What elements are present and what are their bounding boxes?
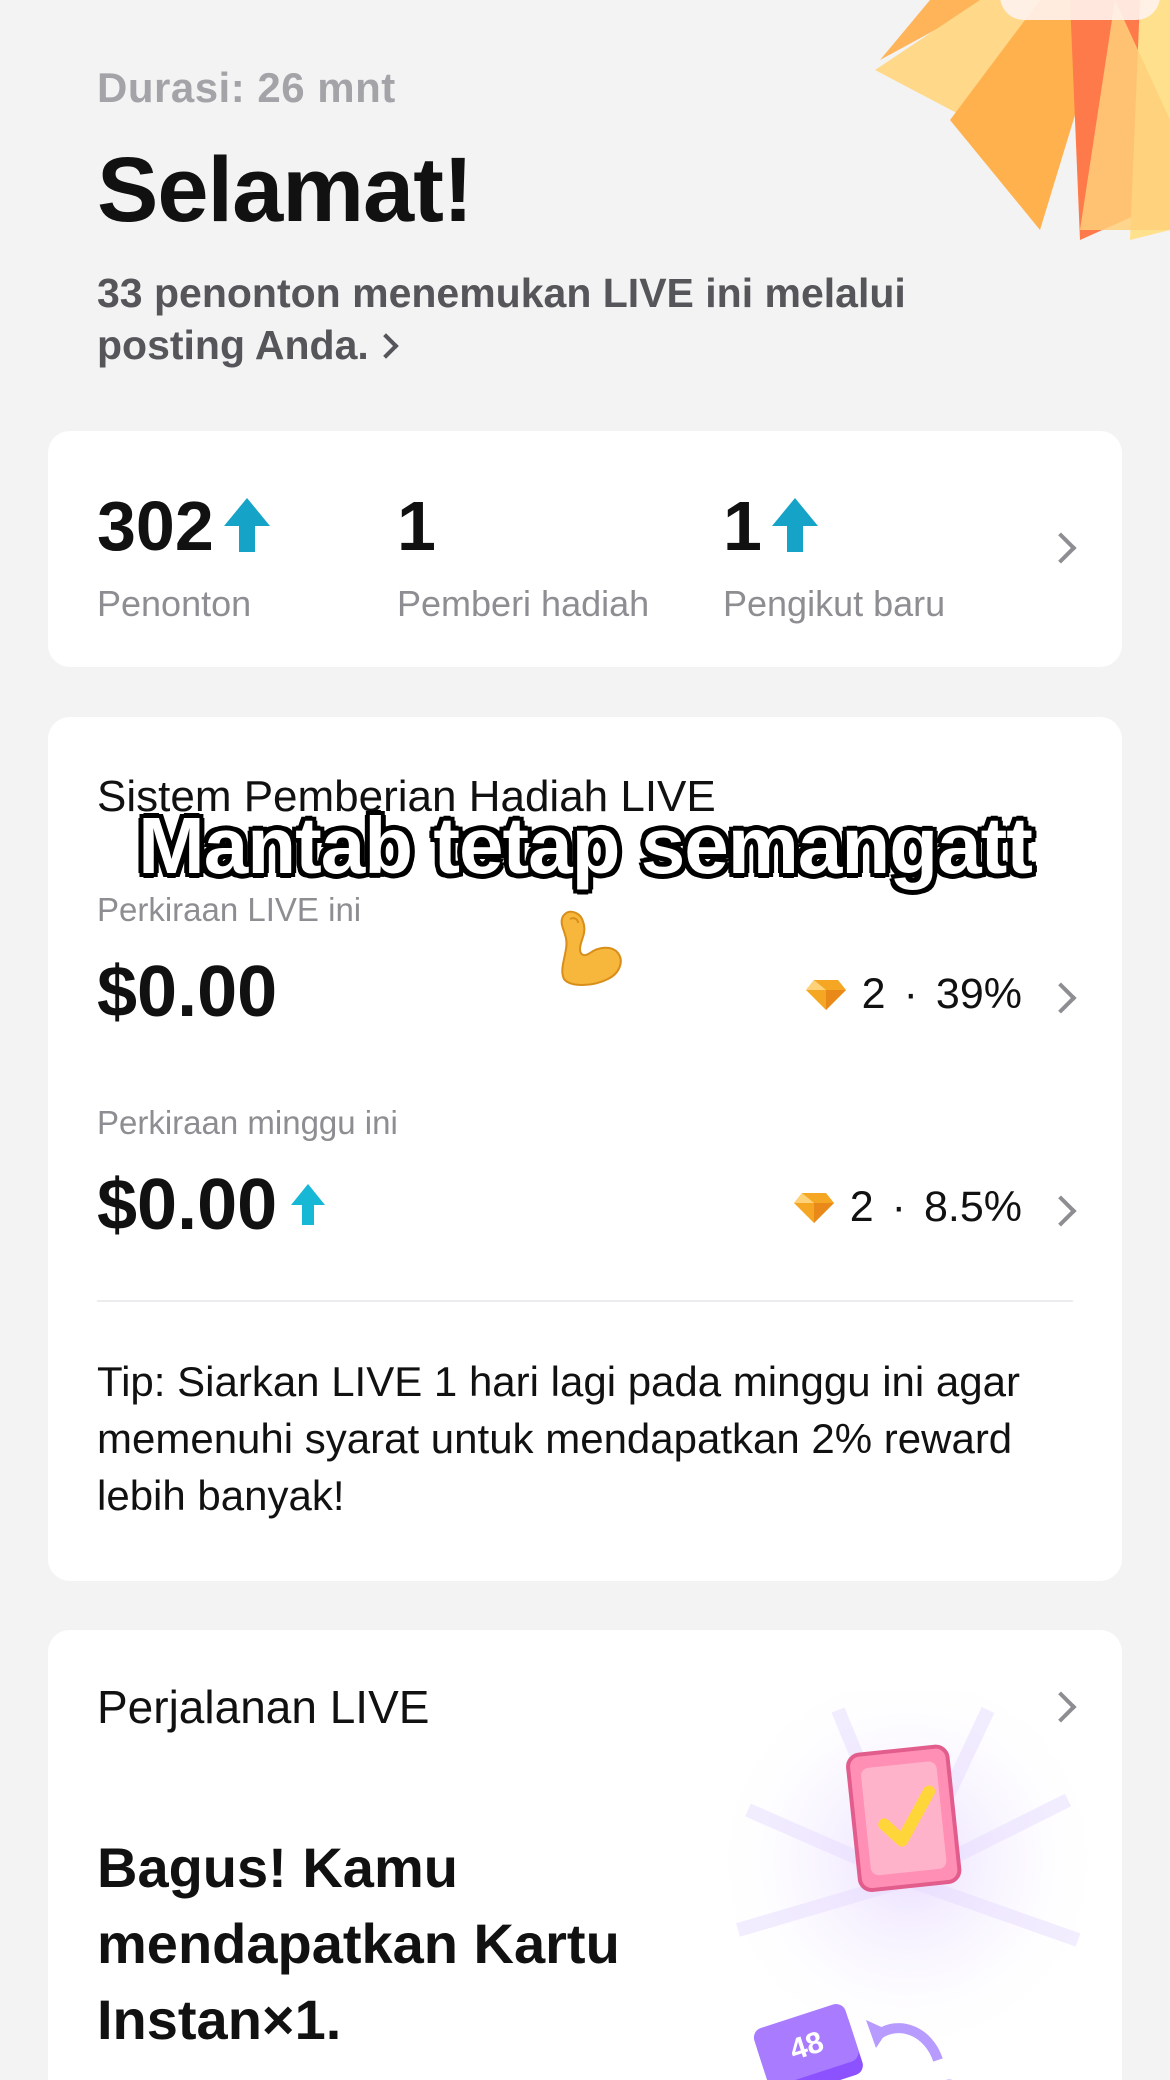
viewer-source-link[interactable]: 33 penonton menemukan LIVE ini melalui p… <box>97 267 1017 371</box>
stat-value: 302 <box>97 487 214 565</box>
separator-dot: · <box>903 970 918 1018</box>
overlay-caption: Mantab tetap semangatt <box>138 801 1033 890</box>
arrow-up-icon <box>223 498 270 554</box>
week-gem-row[interactable]: 2 · 8.5% <box>793 1183 1022 1232</box>
separator-dot: · <box>891 1183 906 1231</box>
week-estimate-label: Perkiraan minggu ini <box>97 1104 398 1141</box>
session-summary-header: Durasi: 26 mnt Selamat! 33 penonton mene… <box>97 64 1057 371</box>
flexed-biceps-icon <box>560 910 622 986</box>
live-estimate-amount: $0.00 <box>97 952 278 1032</box>
page-title: Selamat! <box>97 139 474 241</box>
stats-card[interactable]: 302 Penonton 1 Pemberi hadiah 1 Pengikut… <box>48 431 1122 667</box>
live-estimate-value: $0.00 <box>97 951 277 1033</box>
week-estimate-amount: $0.00 <box>97 1165 278 1245</box>
journey-message: Bagus! Kamu mendapatkan Kartu Instan×1. <box>97 1836 620 2051</box>
week-gem-count: 2 <box>849 1183 874 1231</box>
live-gem-count: 2 <box>861 970 886 1018</box>
divider <box>97 1300 1073 1302</box>
duration-label: Durasi: 26 mnt <box>97 64 396 111</box>
chevron-right-icon[interactable] <box>1045 532 1077 564</box>
instant-card-illustration: 48 47 <box>708 1690 1108 2080</box>
chevron-right-icon <box>373 333 399 359</box>
stat-viewers: 302 Penonton <box>97 487 270 625</box>
live-estimate-label: Perkiraan LIVE ini <box>97 891 362 928</box>
stat-value: 1 <box>397 487 436 565</box>
week-estimate-value: $0.00 <box>97 1164 326 1246</box>
live-gem-row[interactable]: 2 · 39% <box>805 970 1022 1019</box>
chevron-right-icon[interactable] <box>1045 1195 1077 1227</box>
stat-new-followers: 1 Pengikut baru <box>723 487 946 625</box>
journey-title: Perjalanan LIVE <box>97 1681 430 1733</box>
week-percent: 8.5% <box>923 1183 1022 1231</box>
viewer-source-text: 33 penonton menemukan LIVE ini melalui p… <box>97 270 906 368</box>
stat-label: Pengikut baru <box>723 583 946 624</box>
diamond-icon <box>805 979 846 1010</box>
live-percent: 39% <box>935 970 1022 1018</box>
tip-text: Tip: Siarkan LIVE 1 hari lagi pada mingg… <box>97 1358 1020 1519</box>
stat-label: Penonton <box>97 583 252 624</box>
arrow-up-icon <box>771 498 818 554</box>
stat-value: 1 <box>723 487 762 565</box>
live-journey-card[interactable]: Perjalanan LIVE Bagus! Kamu mendapatkan … <box>48 1630 1122 2080</box>
stat-gifters: 1 Pemberi hadiah <box>397 487 650 625</box>
chevron-right-icon[interactable] <box>1045 982 1077 1014</box>
arrow-up-icon <box>291 1184 326 1226</box>
stat-label: Pemberi hadiah <box>397 583 650 624</box>
diamond-icon <box>793 1192 834 1223</box>
